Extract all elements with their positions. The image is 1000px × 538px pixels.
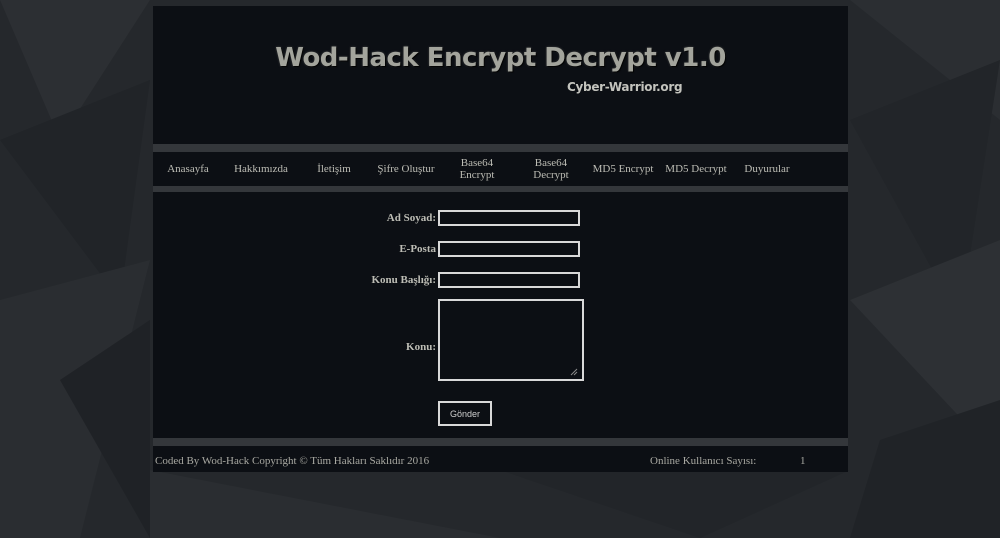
email-label: E-Posta	[399, 243, 436, 255]
subject-field[interactable]	[438, 272, 580, 288]
nav-item-md5-decrypt[interactable]: MD5 Decrypt	[662, 152, 730, 186]
contact-form: Ad Soyad: E-Posta Konu Başlığı: Konu: Gö…	[153, 192, 848, 438]
resize-grip-icon[interactable]	[570, 368, 578, 376]
nav-item-base64-decrypt[interactable]: Base64 Decrypt	[525, 152, 577, 186]
email-field[interactable]	[438, 241, 580, 257]
nav-item-md5-encrypt[interactable]: MD5 Encrypt	[589, 152, 657, 186]
nav-item-iletisim[interactable]: İletişim	[308, 152, 360, 186]
submit-button[interactable]: Gönder	[438, 401, 492, 426]
name-label: Ad Soyad:	[386, 212, 436, 224]
site-title: Wod-Hack Encrypt Decrypt v1.0	[275, 43, 726, 73]
copyright-text: Coded By Wod-Hack Copyright © Tüm Haklar…	[155, 455, 430, 467]
site-footer: Coded By Wod-Hack Copyright © Tüm Haklar…	[153, 446, 848, 472]
nav-item-base64-encrypt[interactable]: Base64 Encrypt	[451, 152, 503, 186]
message-label: Konu:	[406, 341, 436, 353]
site-header: Wod-Hack Encrypt Decrypt v1.0 Cyber-Warr…	[153, 6, 848, 144]
nav-item-hakkimizda[interactable]: Hakkımızda	[228, 152, 294, 186]
name-field[interactable]	[438, 210, 580, 226]
main-nav: Anasayfa Hakkımızda İletişim Şifre Oluşt…	[153, 152, 848, 186]
nav-item-sifre-olustur[interactable]: Şifre Oluştur	[371, 152, 441, 186]
online-users-label: Online Kullanıcı Sayısı:	[650, 455, 757, 467]
nav-item-duyurular[interactable]: Duyurular	[737, 152, 797, 186]
subject-label: Konu Başlığı:	[371, 274, 437, 286]
footer-divider	[153, 438, 848, 446]
header-divider	[153, 144, 848, 152]
online-users-count: 1	[800, 455, 806, 467]
message-textarea[interactable]	[438, 299, 584, 381]
site-subtitle: Cyber-Warrior.org	[567, 80, 683, 94]
nav-item-anasayfa[interactable]: Anasayfa	[158, 152, 218, 186]
